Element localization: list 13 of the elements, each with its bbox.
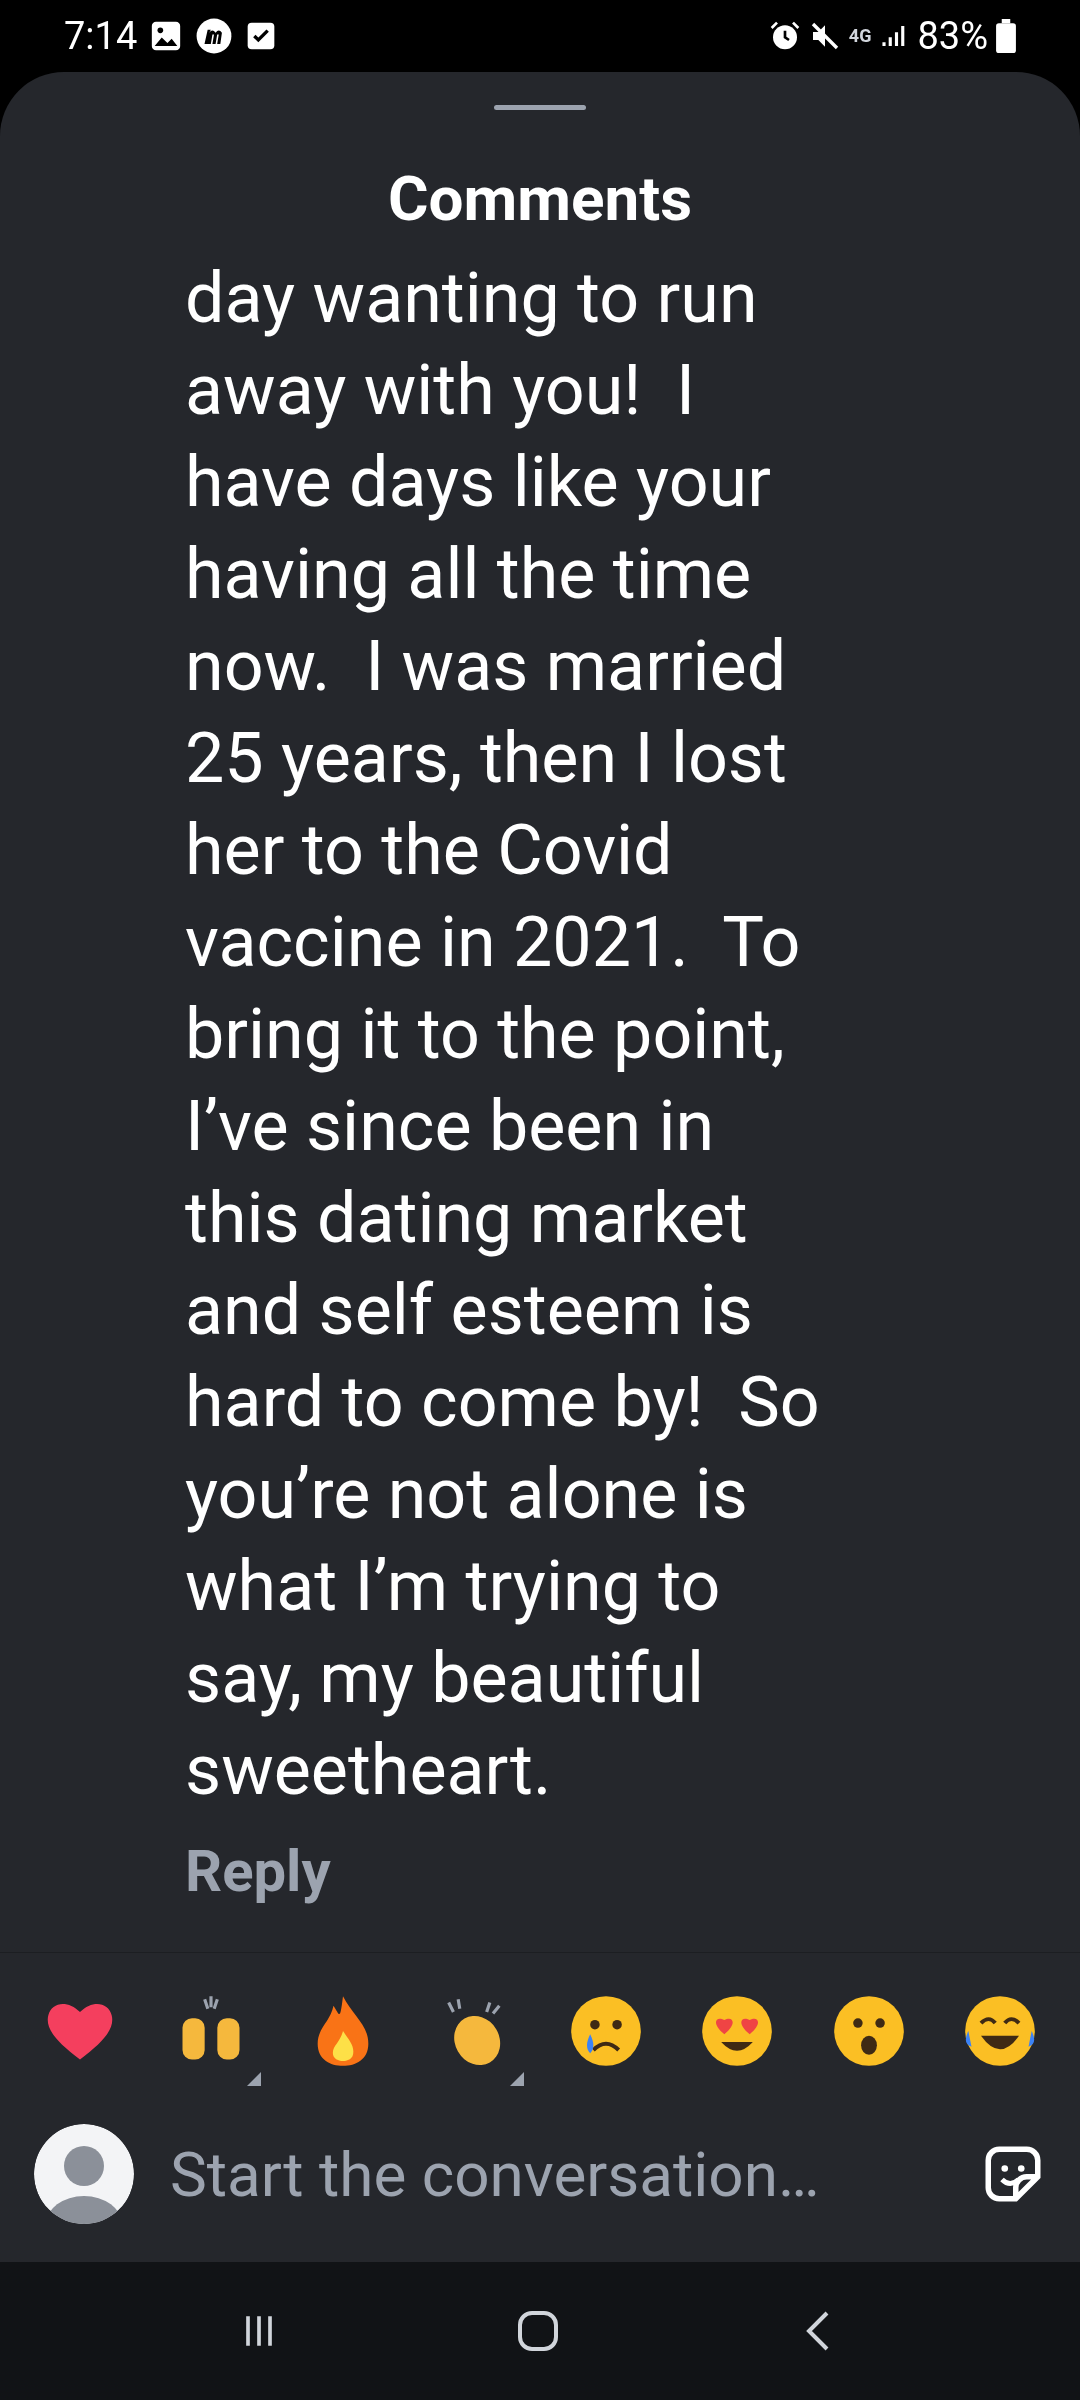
app-notification-icon bbox=[195, 17, 234, 55]
clock-time: 7:14 bbox=[64, 12, 138, 60]
comment-text: day wanting to run away with you! I have days like your having all the time now. I was married 25 years, then I lost her to the Covid vaccine in 2021. To bring it to the point, I’ve since been in this dating market and self esteem is hard to come by! So you’re not alone is what I’m trying to say, my beautiful sweetheart. bbox=[184, 256, 821, 1813]
more-triangle-icon bbox=[510, 2072, 525, 2086]
more-triangle-icon bbox=[247, 2072, 262, 2086]
sheet-title: Comments bbox=[386, 168, 693, 230]
battery-percentage: 83% bbox=[917, 12, 988, 60]
drag-handle[interactable] bbox=[494, 105, 586, 110]
alarm-icon bbox=[768, 20, 801, 52]
network-type: 4G bbox=[848, 27, 872, 45]
avatar-icon bbox=[34, 2124, 134, 2224]
comment-input-field[interactable]: Start the conversation… bbox=[170, 2127, 944, 2221]
battery-icon bbox=[996, 19, 1016, 53]
